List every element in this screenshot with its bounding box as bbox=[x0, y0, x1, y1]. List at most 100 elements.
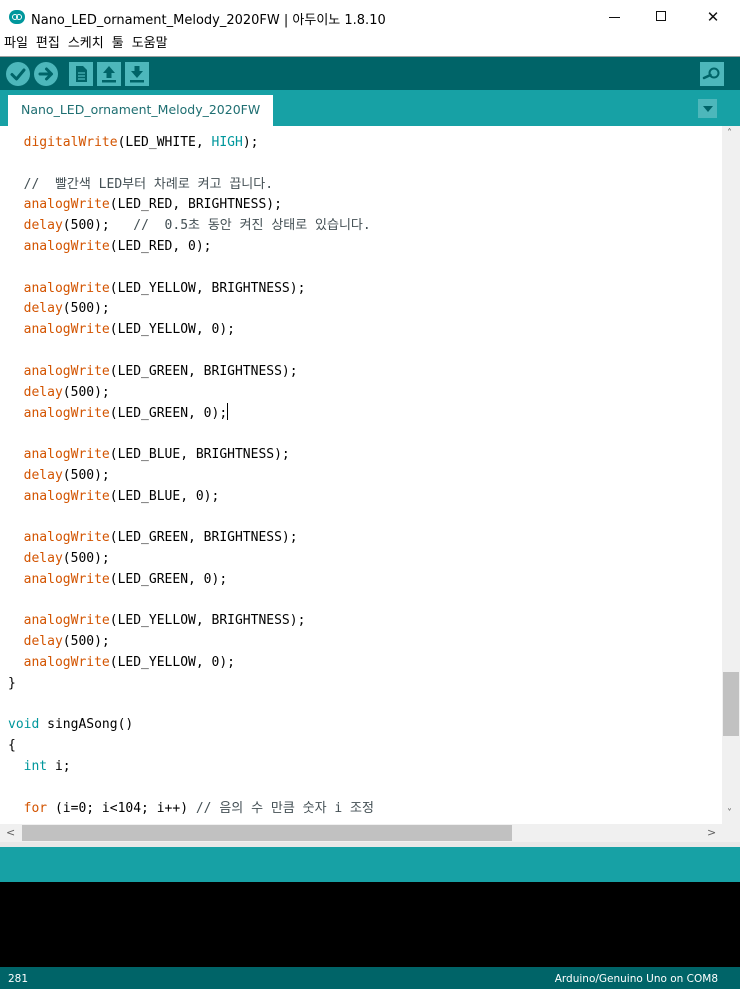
maximize-button[interactable] bbox=[638, 0, 684, 34]
code-function: analogWrite bbox=[8, 197, 110, 213]
code-line: analogWrite(LED_GREEN, BRIGHTNESS); bbox=[8, 528, 374, 549]
board-port-info: Arduino/Genuino Uno on COM8 bbox=[554, 973, 718, 985]
code-token: (LED_RED, BRIGHTNESS); bbox=[109, 197, 282, 213]
scroll-left-arrow-icon[interactable]: < bbox=[6, 827, 15, 838]
code-line: analogWrite(LED_RED, 0); bbox=[8, 237, 374, 258]
code-function: analogWrite bbox=[8, 530, 110, 546]
scrollbar-corner bbox=[722, 824, 740, 842]
code-token: (500); bbox=[62, 467, 110, 483]
menu-file[interactable]: 파일 bbox=[0, 34, 31, 54]
code-keyword: for bbox=[8, 800, 48, 816]
tab-menu-dropdown-button[interactable] bbox=[698, 99, 717, 118]
code-function: delay bbox=[8, 301, 63, 317]
code-function: delay bbox=[8, 384, 63, 400]
save-arrow-down-icon bbox=[130, 66, 144, 83]
code-token: (500); bbox=[62, 218, 134, 234]
minimize-button[interactable] bbox=[592, 0, 638, 34]
minimize-icon bbox=[609, 17, 620, 18]
code-function: analogWrite bbox=[8, 238, 110, 254]
code-function: analogWrite bbox=[8, 654, 110, 670]
code-line: analogWrite(LED_YELLOW, BRIGHTNESS); bbox=[8, 279, 374, 300]
window-title: Nano_LED_ornament_Melody_2020FW | 아두이노 1… bbox=[31, 13, 386, 28]
line-number: 281 bbox=[8, 973, 29, 985]
code-line: delay(500); bbox=[8, 299, 374, 320]
code-function: analogWrite bbox=[8, 446, 110, 462]
code-token: (LED_GREEN, BRIGHTNESS); bbox=[109, 530, 298, 546]
code-line: analogWrite(LED_YELLOW, 0); bbox=[8, 320, 374, 341]
scroll-down-arrow-icon[interactable]: ˅ bbox=[727, 809, 732, 819]
code-line: analogWrite(LED_YELLOW, BRIGHTNESS); bbox=[8, 611, 374, 632]
code-line: delay(500); bbox=[8, 632, 374, 653]
code-token: (LED_YELLOW, 0); bbox=[109, 322, 235, 338]
code-token: (LED_BLUE, BRIGHTNESS); bbox=[109, 446, 290, 462]
code-type: int bbox=[8, 758, 48, 774]
magnifier-icon bbox=[702, 67, 720, 80]
code-token: (LED_YELLOW, BRIGHTNESS); bbox=[109, 613, 306, 629]
code-token: (500); bbox=[62, 634, 110, 650]
close-button[interactable]: ✕ bbox=[690, 0, 736, 34]
code-line: analogWrite(LED_BLUE, BRIGHTNESS); bbox=[8, 445, 374, 466]
code-token: i; bbox=[47, 758, 71, 774]
title-bar: Nano_LED_ornament_Melody_2020FW | 아두이노 1… bbox=[0, 0, 740, 34]
toolbar bbox=[0, 56, 740, 90]
status-bar: 281 Arduino/Genuino Uno on COM8 bbox=[0, 967, 740, 989]
horizontal-scroll-thumb[interactable] bbox=[22, 825, 512, 841]
code-line: delay(500); // 0.5초 동안 켜진 상태로 있습니다. bbox=[8, 216, 374, 237]
code-token: (LED_GREEN, 0); bbox=[109, 571, 228, 587]
code-comment: // 빨간색 LED부터 차례로 켜고 끕니다. bbox=[8, 176, 274, 192]
code-function: analogWrite bbox=[8, 280, 110, 296]
menu-sketch[interactable]: 스케치 bbox=[63, 34, 107, 54]
code-token: (LED_GREEN, BRIGHTNESS); bbox=[109, 363, 298, 379]
code-token: (500); bbox=[62, 301, 110, 317]
open-button[interactable] bbox=[97, 62, 121, 86]
menu-edit[interactable]: 편집 bbox=[31, 34, 63, 54]
menu-bar: 파일 편집 스케치 툴 도움말 bbox=[0, 34, 740, 56]
code-line: analogWrite(LED_YELLOW, 0); bbox=[8, 653, 374, 674]
menu-tools[interactable]: 툴 bbox=[107, 34, 127, 54]
code-editor[interactable]: digitalWrite(LED_WHITE, HIGH); // 빨간색 LE… bbox=[0, 126, 722, 824]
verify-button[interactable] bbox=[6, 62, 30, 86]
code-function: analogWrite bbox=[8, 363, 110, 379]
tab-sketch[interactable]: Nano_LED_ornament_Melody_2020FW bbox=[8, 95, 274, 126]
code-line: analogWrite(LED_GREEN, 0); bbox=[8, 570, 374, 591]
new-button[interactable] bbox=[69, 62, 93, 86]
code-line: digitalWrite(LED_WHITE, HIGH); bbox=[8, 133, 374, 154]
text-cursor bbox=[227, 403, 229, 421]
code-function: delay bbox=[8, 467, 63, 483]
code-function: analogWrite bbox=[8, 322, 110, 338]
code-token: (500); bbox=[62, 550, 110, 566]
tab-strip: Nano_LED_ornament_Melody_2020FW bbox=[0, 90, 740, 126]
menu-help[interactable]: 도움말 bbox=[127, 34, 171, 54]
code-token: { bbox=[8, 738, 16, 754]
code-line: void singASong() bbox=[8, 715, 374, 736]
code-line: analogWrite(LED_BLUE, 0); bbox=[8, 487, 374, 508]
horizontal-scrollbar[interactable]: < > bbox=[0, 824, 722, 842]
scroll-up-arrow-icon[interactable]: ˄ bbox=[727, 129, 732, 139]
new-file-icon bbox=[76, 66, 87, 82]
code-token: (LED_RED, 0); bbox=[109, 238, 212, 254]
save-button[interactable] bbox=[125, 62, 149, 86]
code-function: analogWrite bbox=[8, 406, 110, 422]
code-token: (LED_WHITE, bbox=[117, 135, 212, 150]
code-token: } bbox=[8, 675, 16, 691]
code-token: singASong() bbox=[39, 717, 134, 733]
code-line: delay(500); bbox=[8, 383, 374, 404]
arrow-right-icon bbox=[38, 67, 53, 81]
vertical-scroll-thumb[interactable] bbox=[723, 672, 739, 736]
code-token: (LED_BLUE, 0); bbox=[109, 488, 220, 504]
upload-button[interactable] bbox=[34, 62, 58, 86]
console-output[interactable] bbox=[0, 882, 740, 967]
code-text: digitalWrite(LED_WHITE, HIGH); // 빨간색 LE… bbox=[8, 133, 374, 819]
serial-monitor-button[interactable] bbox=[700, 62, 724, 86]
vertical-scrollbar[interactable]: ˄ ˅ bbox=[722, 126, 740, 824]
code-token: (LED_YELLOW, BRIGHTNESS); bbox=[109, 280, 306, 296]
code-function: delay bbox=[8, 550, 63, 566]
code-function: analogWrite bbox=[8, 571, 110, 587]
code-function: delay bbox=[8, 218, 63, 234]
scroll-right-arrow-icon[interactable]: > bbox=[707, 827, 716, 838]
